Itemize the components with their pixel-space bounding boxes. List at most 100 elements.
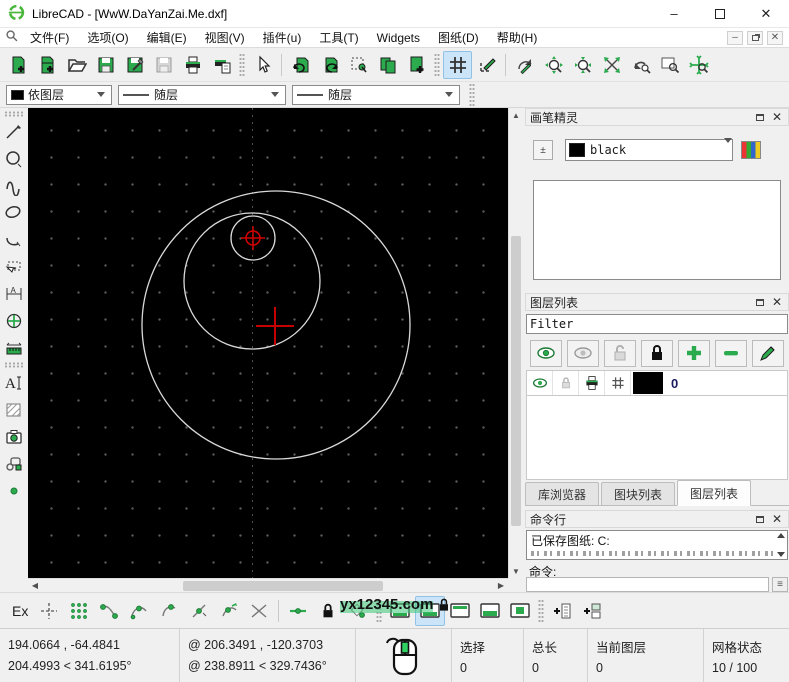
pen-palette-color-combo[interactable]: black [565,139,733,161]
vertical-scrollbar[interactable]: ▲ ▼ [508,108,522,578]
hide-all-layers-button[interactable] [567,340,599,367]
hatch-tool-button[interactable] [1,396,27,423]
pen-palette-list[interactable] [533,180,781,280]
snap-center-button[interactable] [154,596,184,626]
dock-float-icon[interactable] [756,114,764,121]
zoom-out-button[interactable] [568,51,597,79]
command-input[interactable] [526,577,769,592]
select-pointer-button[interactable] [248,51,277,79]
pen-color-combo[interactable]: 依图层 [6,85,112,105]
lock-all-layers-button[interactable] [641,340,673,367]
set-relative-zero-button[interactable] [343,596,373,626]
mdi-restore-button[interactable] [747,31,763,45]
scroll-left-arrow-icon[interactable]: ◀ [28,579,42,593]
scroll-down-arrow-icon[interactable]: ▼ [509,564,523,578]
point-tool-button[interactable] [1,477,27,504]
show-all-layers-button[interactable] [530,340,562,367]
block-tool-button[interactable] [1,450,27,477]
tab-library-browser[interactable]: 库浏览器 [525,482,599,505]
layer-color-swatch[interactable] [633,372,663,394]
window-maximize-button[interactable] [697,0,743,27]
snap-grid-button[interactable] [64,596,94,626]
text-tool-button[interactable]: A [1,369,27,396]
color-palette-button[interactable] [741,141,761,159]
redraw-button[interactable] [510,51,539,79]
zoom-auto-button[interactable] [597,51,626,79]
horizontal-scroll-thumb[interactable] [183,581,383,591]
menu-help[interactable]: 帮助(H) [488,27,547,48]
mdi-close-button[interactable]: ✕ [767,31,783,45]
window-close-button[interactable]: ✕ [743,0,789,27]
layer-print-icon[interactable] [579,371,605,395]
layer-lock-icon[interactable] [553,371,579,395]
image-tool-button[interactable] [1,423,27,450]
cut-button[interactable] [344,51,373,79]
menu-widgets[interactable]: Widgets [368,29,429,47]
save-as-button[interactable] [120,51,149,79]
lock-relative-zero-button[interactable] [313,596,343,626]
scroll-up-arrow-icon[interactable]: ▲ [509,108,523,122]
save-all-button[interactable] [149,51,178,79]
menu-edit[interactable]: 编辑(E) [138,27,196,48]
scroll-right-arrow-icon[interactable]: ▶ [494,579,508,593]
snap-distance-button[interactable] [214,596,244,626]
restrict-horizontal-button[interactable] [283,596,313,626]
new-file-button[interactable] [4,51,33,79]
mdi-minimize-button[interactable]: – [727,31,743,45]
add-command-widget-button[interactable] [547,596,577,626]
menu-options[interactable]: 选项(O) [78,27,137,48]
pen-width-combo[interactable]: 随层 [118,85,286,105]
arc-tool-button[interactable] [1,226,27,253]
scroll-up-arrow-icon[interactable] [777,533,785,538]
zoom-window-button[interactable] [655,51,684,79]
command-history-scroll[interactable] [774,531,787,559]
add-options-widget-button[interactable] [577,596,607,626]
dock-close-icon[interactable]: ✕ [772,296,782,308]
vertical-scroll-thumb[interactable] [511,236,521,526]
pen-linetype-combo[interactable]: 随层 [292,85,460,105]
print-button[interactable] [178,51,207,79]
measure-tool-button[interactable] [1,334,27,361]
dock-close-icon[interactable]: ✕ [772,111,782,123]
modify-move-tool-button[interactable] [1,307,27,334]
unlock-all-layers-button[interactable] [604,340,636,367]
menu-view[interactable]: 视图(V) [196,27,254,48]
layer-construction-icon[interactable] [605,371,631,395]
snap-endpoint-button[interactable] [94,596,124,626]
menu-drawings[interactable]: 图纸(D) [429,27,488,48]
snap-middle-button[interactable] [184,596,214,626]
snap-free-button[interactable] [34,596,64,626]
draft-mode-button[interactable] [472,51,501,79]
layer-row-0[interactable]: 0 [526,370,788,396]
tab-layer-list[interactable]: 图层列表 [677,480,751,506]
ellipse-tool-button[interactable] [1,199,27,226]
tab-block-list[interactable]: 图块列表 [601,482,675,505]
layer-visible-icon[interactable] [527,371,553,395]
dimension-tool-button[interactable]: A [1,280,27,307]
remove-layer-button[interactable] [715,340,747,367]
open-file-button[interactable] [62,51,91,79]
horizontal-scrollbar[interactable]: ◀ ▶ [28,578,508,592]
dock-close-icon[interactable]: ✕ [772,513,782,525]
layer-list-empty-area[interactable] [526,396,788,480]
command-options-button[interactable]: ≡ [772,577,788,592]
zoom-pan-button[interactable] [684,51,713,79]
print-preview-button[interactable] [207,51,236,79]
menu-plugins[interactable]: 插件(u) [254,27,311,48]
exclusive-snap-label[interactable]: Ex [6,603,34,619]
dock-toggle-left-button[interactable] [385,596,415,626]
dock-toggle-center-button[interactable] [505,596,535,626]
edit-layer-button[interactable] [752,340,784,367]
circle-tool-button[interactable] [1,145,27,172]
scroll-down-arrow-icon[interactable] [777,552,785,557]
menu-file[interactable]: 文件(F) [21,27,78,48]
zoom-in-button[interactable] [539,51,568,79]
command-history[interactable]: 已保存图纸: C: [526,530,788,560]
grid-toggle-button[interactable] [443,51,472,79]
save-button[interactable] [91,51,120,79]
line-tool-button[interactable] [1,118,27,145]
menu-tools[interactable]: 工具(T) [310,27,367,48]
dock-float-icon[interactable] [756,299,764,306]
copy-button[interactable] [373,51,402,79]
layer-filter-input[interactable] [526,314,788,334]
